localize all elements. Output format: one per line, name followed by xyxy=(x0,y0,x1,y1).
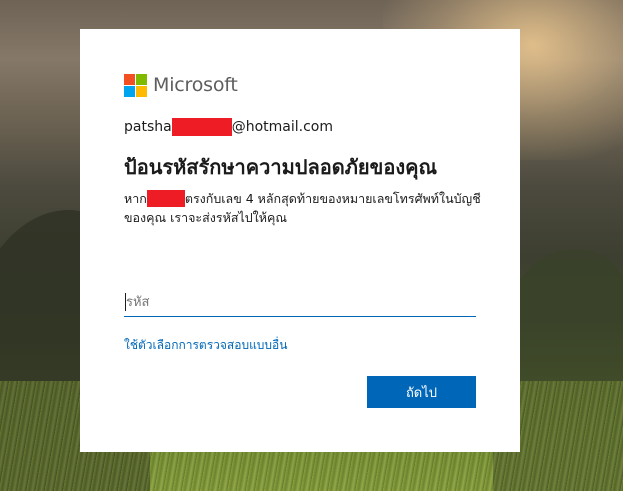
account-identity: patsha @hotmail.com xyxy=(124,117,476,137)
logo-square-green xyxy=(136,73,147,85)
next-button[interactable]: ถัดไป xyxy=(367,376,476,408)
description-redaction xyxy=(146,190,185,207)
microsoft-logo: Microsoft xyxy=(124,73,476,97)
logo-square-blue xyxy=(124,85,135,97)
logo-square-yellow xyxy=(136,85,147,97)
description: หาก ตรงกับเลข 4 หลักสุดท้ายของหมายเลขโทรศ… xyxy=(124,189,484,227)
signin-card: Microsoft patsha @hotmail.com ป้อนรหัสรั… xyxy=(80,29,520,452)
page-title: ป้อนรหัสรักษาความปลอดภัยของคุณ xyxy=(124,155,438,179)
brand-name: Microsoft xyxy=(153,74,238,96)
identity-prefix: patsha xyxy=(124,119,172,135)
alternate-verification-link[interactable]: ใช้ตัวเลือกการตรวจสอบแบบอื่น xyxy=(124,336,287,355)
identity-suffix: @hotmail.com xyxy=(231,119,333,135)
microsoft-logo-icon xyxy=(124,73,147,97)
description-start: หาก xyxy=(124,191,147,206)
logo-square-red xyxy=(124,73,135,85)
security-code-input[interactable] xyxy=(124,289,476,317)
identity-redaction xyxy=(171,118,232,136)
text-caret xyxy=(125,293,126,311)
